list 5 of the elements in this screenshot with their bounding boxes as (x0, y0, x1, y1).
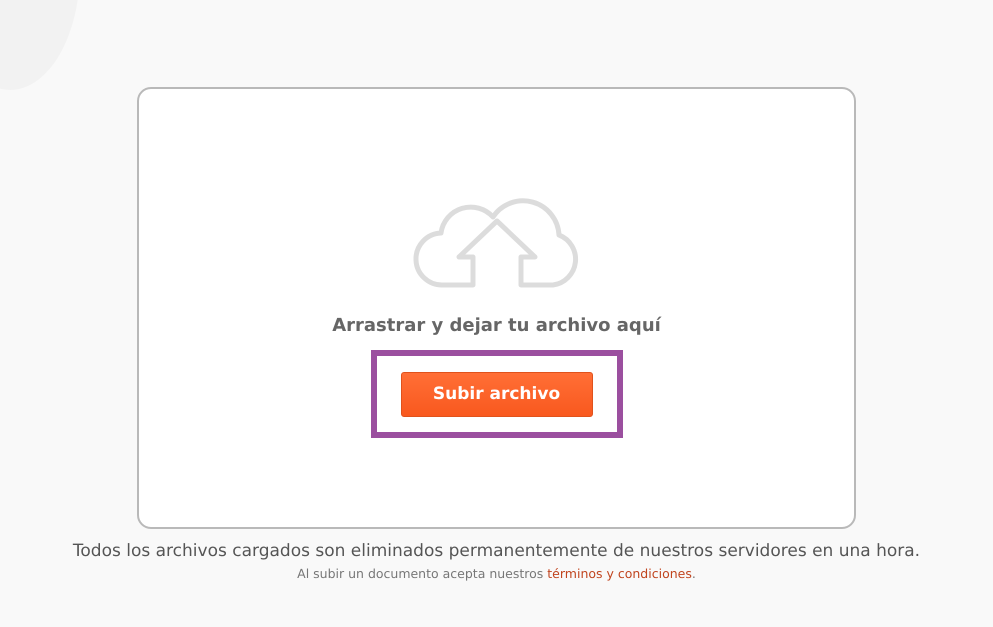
upload-button[interactable]: Subir archivo (400, 372, 592, 416)
deletion-notice: Todos los archivos cargados son eliminados permanentemente de nuestros servidores en una hora. (72, 541, 920, 561)
terms-link[interactable]: términos y condiciones (547, 566, 692, 581)
terms-notice: Al subir un documento acepta nuestros términos y condiciones. (297, 566, 696, 581)
drop-prompt: Arrastrar y dejar tu archivo aquí (332, 315, 661, 336)
